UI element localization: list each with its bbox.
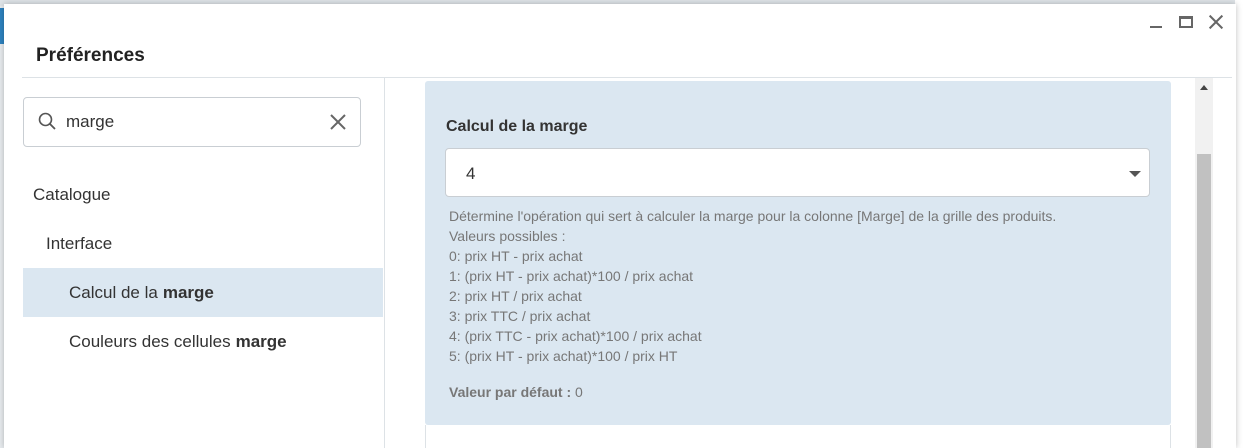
- description-line: 0: prix HT - prix achat: [449, 248, 583, 264]
- tree-item-highlight: marge: [162, 282, 214, 302]
- next-setting-card: [425, 425, 1171, 448]
- minimize-button[interactable]: [1146, 12, 1166, 32]
- description-line: 4: (prix TTC - prix achat)*100 / prix ac…: [449, 328, 702, 344]
- scrollbar-thumb[interactable]: [1197, 154, 1211, 448]
- chevron-down-icon: [1129, 171, 1141, 177]
- tree-item-highlight: marge: [235, 331, 287, 351]
- tree-item-catalogue[interactable]: Catalogue: [23, 170, 383, 219]
- margin-calculation-select[interactable]: 4: [445, 148, 1150, 197]
- background-right: [1235, 0, 1253, 448]
- description-line: Détermine l'opération qui sert à calcule…: [449, 208, 1057, 224]
- maximize-icon: [1179, 16, 1193, 28]
- description-line: 5: (prix HT - prix achat)*100 / prix HT: [449, 348, 678, 364]
- scroll-up-button[interactable]: [1195, 78, 1213, 96]
- maximize-button[interactable]: [1176, 12, 1196, 32]
- close-icon: [1208, 14, 1224, 30]
- settings-pane: Calcul de la marge 4 Détermine l'opérati…: [385, 78, 1213, 448]
- search-box: [23, 97, 361, 147]
- setting-card: Calcul de la marge 4 Détermine l'opérati…: [425, 81, 1171, 425]
- description-line: 1: (prix HT - prix achat)*100 / prix ach…: [449, 268, 694, 284]
- tree-item-label: Calcul de la: [69, 282, 158, 302]
- tree-item-interface[interactable]: Interface: [23, 219, 383, 268]
- description-line: 2: prix HT / prix achat: [449, 288, 582, 304]
- scroll-up-icon: [1200, 84, 1208, 90]
- scrollbar[interactable]: [1195, 78, 1213, 448]
- default-label: Valeur par défaut :: [449, 384, 572, 400]
- tree-item-label: Catalogue: [33, 184, 111, 204]
- tree-item-label: Interface: [46, 233, 113, 253]
- search-input[interactable]: [66, 108, 316, 136]
- preferences-dialog: Préférences Catalogue Interface Calcul d…: [4, 4, 1236, 448]
- dialog-title: Préférences: [36, 45, 145, 66]
- default-value-text: 0: [575, 384, 583, 400]
- close-button[interactable]: [1206, 12, 1226, 32]
- description-line: Valeurs possibles :: [449, 228, 566, 244]
- default-value: Valeur par défaut : 0: [449, 384, 583, 400]
- tree-item-couleurs-marge[interactable]: Couleurs des cellules marge: [23, 317, 383, 366]
- setting-label: Calcul de la marge: [446, 118, 588, 135]
- select-value: 4: [466, 164, 476, 183]
- description-line: 3: prix TTC / prix achat: [449, 308, 591, 324]
- search-icon: [38, 112, 56, 130]
- minimize-icon: [1150, 26, 1162, 28]
- clear-icon[interactable]: [328, 112, 348, 132]
- tree-item-calcul-marge[interactable]: Calcul de la marge: [23, 268, 383, 317]
- window-controls: [1146, 12, 1226, 32]
- navigation-pane: Catalogue Interface Calcul de la marge C…: [22, 78, 385, 448]
- setting-description: Détermine l'opération qui sert à calcule…: [449, 206, 1056, 366]
- tree-item-label: Couleurs des cellules: [69, 331, 231, 351]
